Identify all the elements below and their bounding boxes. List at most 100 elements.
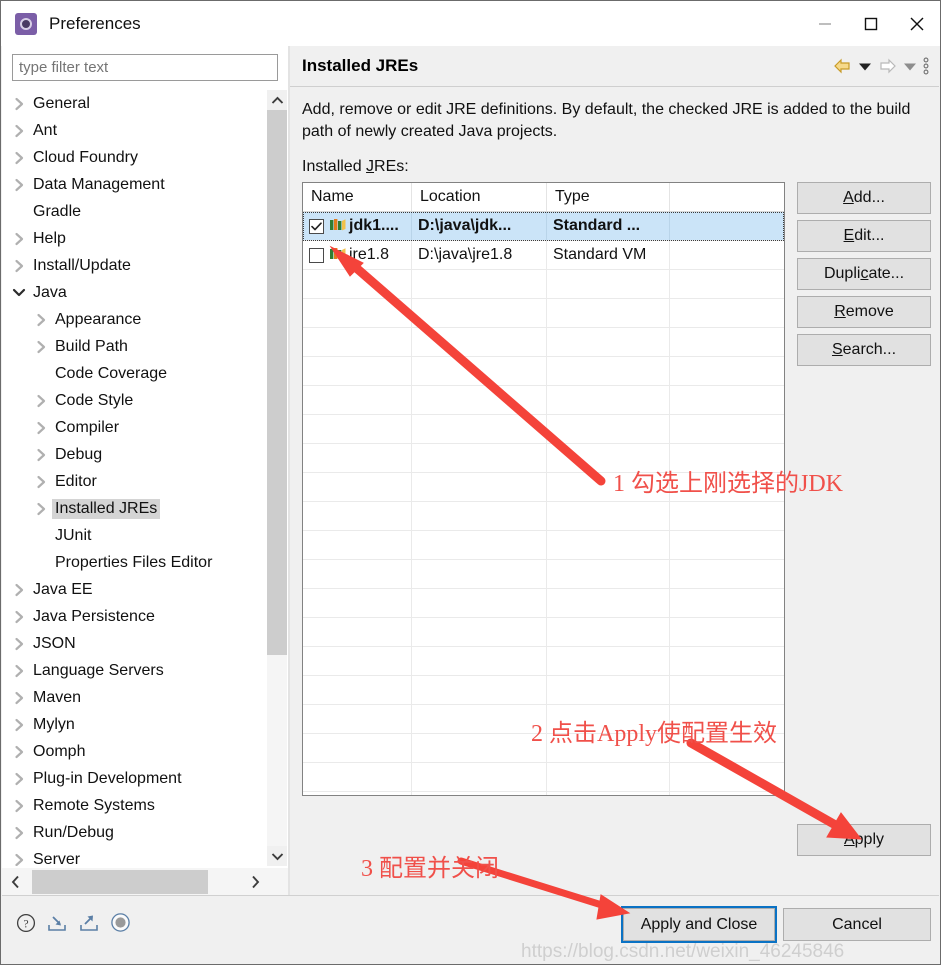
chevron-right-icon[interactable] <box>30 448 52 462</box>
table-row[interactable]: jdk1.... D:\java\jdk... Standard ... <box>303 212 784 242</box>
sidebar-item-junit[interactable]: JUnit <box>2 522 248 549</box>
view-menu-icon[interactable] <box>923 57 929 75</box>
back-arrow-icon[interactable] <box>833 58 852 74</box>
sidebar-item-install-update[interactable]: Install/Update <box>2 252 248 279</box>
sidebar-item-ant[interactable]: Ant <box>2 117 248 144</box>
cell-name[interactable]: jdk1.... <box>303 212 412 241</box>
chevron-right-icon[interactable] <box>8 772 30 786</box>
table-row-empty[interactable] <box>303 618 784 648</box>
column-header-name[interactable]: Name <box>303 183 412 212</box>
maximize-icon[interactable] <box>848 1 894 46</box>
sidebar-item-editor[interactable]: Editor <box>2 468 248 495</box>
help-icon[interactable]: ? <box>16 913 36 937</box>
tree-horizontal-scrollbar[interactable] <box>2 868 288 896</box>
restore-defaults-icon[interactable] <box>110 912 131 937</box>
table-row-empty[interactable] <box>303 502 784 532</box>
chevron-right-icon[interactable] <box>8 151 30 165</box>
chevron-right-icon[interactable] <box>30 340 52 354</box>
sidebar-item-general[interactable]: General <box>2 90 248 117</box>
table-row-empty[interactable] <box>303 647 784 677</box>
table-row-empty[interactable] <box>303 792 784 796</box>
sidebar-item-plug-in-development[interactable]: Plug-in Development <box>2 765 248 792</box>
table-row-empty[interactable] <box>303 560 784 590</box>
sidebar-item-help[interactable]: Help <box>2 225 248 252</box>
apply-button[interactable]: Apply <box>797 824 931 857</box>
table-row-empty[interactable] <box>303 328 784 358</box>
table-row-empty[interactable] <box>303 386 784 416</box>
remove-button[interactable]: Remove <box>797 296 931 329</box>
checkbox-unchecked[interactable] <box>309 247 324 263</box>
scroll-up-icon[interactable] <box>267 90 287 110</box>
chevron-down-icon[interactable] <box>904 62 916 71</box>
chevron-right-icon[interactable] <box>8 745 30 759</box>
chevron-right-icon[interactable] <box>8 826 30 840</box>
cancel-button[interactable]: Cancel <box>783 908 931 941</box>
search-input[interactable] <box>12 54 278 81</box>
sidebar-item-server[interactable]: Server <box>2 846 248 866</box>
table-row-empty[interactable] <box>303 531 784 561</box>
sidebar-item-data-management[interactable]: Data Management <box>2 171 248 198</box>
chevron-right-icon[interactable] <box>30 421 52 435</box>
sidebar-item-code-style[interactable]: Code Style <box>2 387 248 414</box>
scroll-down-icon[interactable] <box>267 846 287 866</box>
chevron-right-icon[interactable] <box>8 691 30 705</box>
table-row-empty[interactable] <box>303 415 784 445</box>
duplicate-button[interactable]: Dupli c ate... <box>797 258 931 291</box>
scroll-left-icon[interactable] <box>2 868 28 896</box>
column-header-type[interactable]: Type <box>547 183 670 212</box>
chevron-right-icon[interactable] <box>8 583 30 597</box>
chevron-right-icon[interactable] <box>8 97 30 111</box>
sidebar-item-code-coverage[interactable]: Code Coverage <box>2 360 248 387</box>
table-row[interactable]: jre1.8 D:\java\jre1.8 Standard VM <box>303 241 784 271</box>
table-row-empty[interactable] <box>303 763 784 793</box>
column-header-location[interactable]: Location <box>412 183 547 212</box>
apply-and-close-button[interactable]: Apply and Close <box>621 906 777 943</box>
chevron-down-icon[interactable] <box>8 287 30 298</box>
sidebar-item-java-persistence[interactable]: Java Persistence <box>2 603 248 630</box>
chevron-right-icon[interactable] <box>8 799 30 813</box>
close-icon[interactable] <box>894 1 940 46</box>
chevron-right-icon[interactable] <box>30 394 52 408</box>
sidebar-item-appearance[interactable]: Appearance <box>2 306 248 333</box>
sidebar-item-cloud-foundry[interactable]: Cloud Foundry <box>2 144 248 171</box>
sidebar-item-remote-systems[interactable]: Remote Systems <box>2 792 248 819</box>
chevron-right-icon[interactable] <box>8 637 30 651</box>
sidebar-item-language-servers[interactable]: Language Servers <box>2 657 248 684</box>
minimize-icon[interactable] <box>802 1 848 46</box>
sidebar-item-build-path[interactable]: Build Path <box>2 333 248 360</box>
sidebar-item-properties-files-editor[interactable]: Properties Files Editor <box>2 549 248 576</box>
edit-button[interactable]: Edit... <box>797 220 931 253</box>
checkbox-checked[interactable] <box>309 218 324 234</box>
scroll-right-icon[interactable] <box>242 868 268 896</box>
scrollbar-thumb-vertical[interactable] <box>267 110 287 655</box>
sidebar-item-mylyn[interactable]: Mylyn <box>2 711 248 738</box>
tree-vertical-scrollbar[interactable] <box>267 90 287 866</box>
chevron-right-icon[interactable] <box>8 664 30 678</box>
sidebar-item-java-ee[interactable]: Java EE <box>2 576 248 603</box>
chevron-right-icon[interactable] <box>8 232 30 246</box>
preferences-tree[interactable]: General Ant Cloud Foundry Data Management Gr… <box>2 90 288 866</box>
import-icon[interactable] <box>46 913 68 937</box>
sidebar-item-json[interactable]: JSON <box>2 630 248 657</box>
chevron-right-icon[interactable] <box>30 313 52 327</box>
table-row-empty[interactable] <box>303 676 784 706</box>
chevron-right-icon[interactable] <box>8 259 30 273</box>
chevron-right-icon[interactable] <box>8 124 30 138</box>
sidebar-item-java[interactable]: Java <box>2 279 248 306</box>
table-row-empty[interactable] <box>303 270 784 300</box>
add-button[interactable]: Add... <box>797 182 931 215</box>
table-row-empty[interactable] <box>303 357 784 387</box>
export-icon[interactable] <box>78 913 100 937</box>
chevron-right-icon[interactable] <box>30 502 52 516</box>
chevron-right-icon[interactable] <box>8 853 30 867</box>
sidebar-item-oomph[interactable]: Oomph <box>2 738 248 765</box>
table-row-empty[interactable] <box>303 299 784 329</box>
sidebar-item-run-debug[interactable]: Run/Debug <box>2 819 248 846</box>
search-button[interactable]: Search... <box>797 334 931 367</box>
sidebar-item-gradle[interactable]: Gradle <box>2 198 248 225</box>
sidebar-item-debug[interactable]: Debug <box>2 441 248 468</box>
chevron-right-icon[interactable] <box>30 475 52 489</box>
table-row-empty[interactable] <box>303 589 784 619</box>
cell-name[interactable]: jre1.8 <box>303 241 412 270</box>
chevron-down-icon[interactable] <box>859 62 871 71</box>
